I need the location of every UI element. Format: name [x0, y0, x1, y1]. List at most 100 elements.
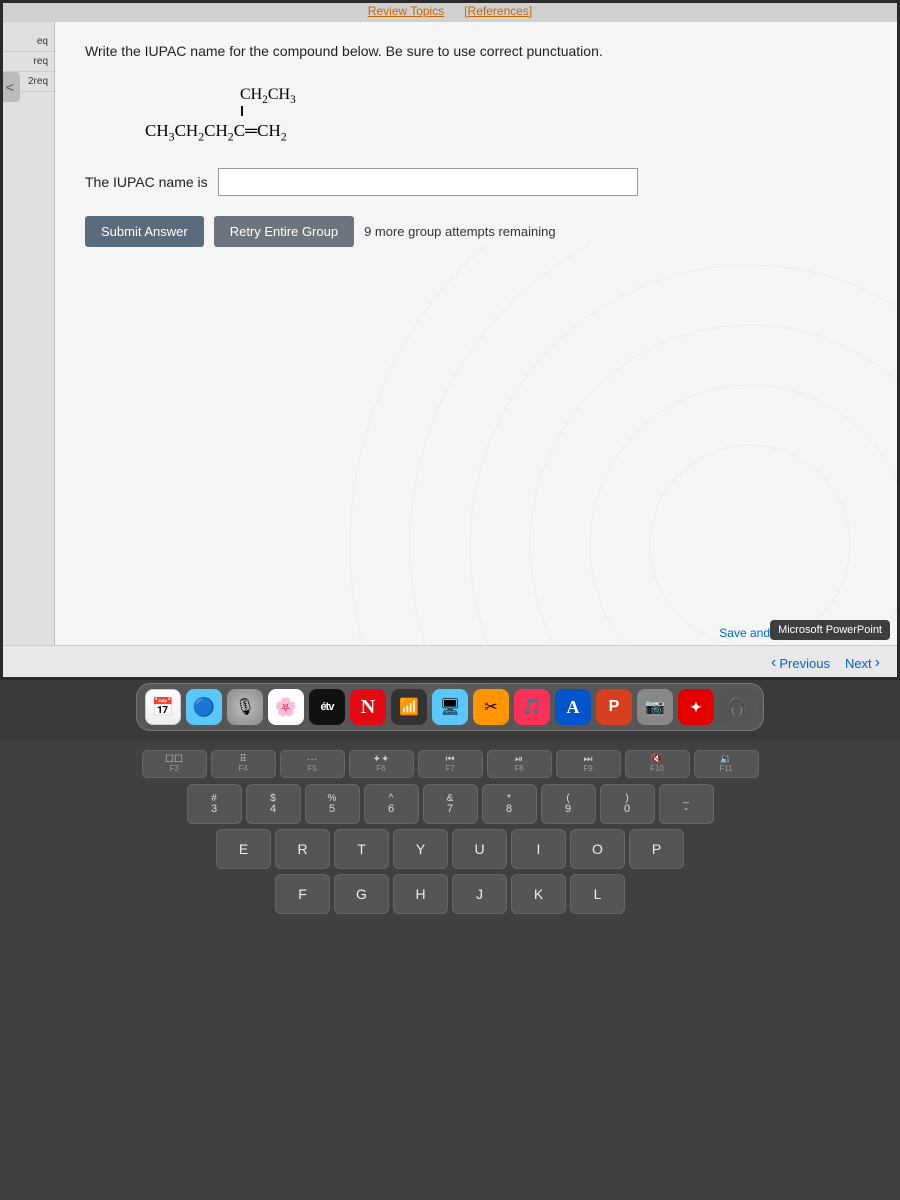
key-minus[interactable]: _ - [659, 784, 714, 824]
dock-icon-finder[interactable]: 🔵 [186, 689, 222, 725]
key-4[interactable]: $ 4 [246, 784, 301, 824]
key-f-label: F [298, 886, 307, 902]
key-8-top: * [507, 794, 511, 804]
key-5[interactable]: % 5 [305, 784, 360, 824]
key-9-top: ( [566, 794, 569, 804]
ppt-tooltip-text: Microsoft PowerPoint [778, 624, 882, 636]
key-y[interactable]: Y [393, 829, 448, 869]
dock-icon-photos[interactable]: 🌸 [268, 689, 304, 725]
key-p[interactable]: P [629, 829, 684, 869]
dock-icon-text[interactable]: A [555, 689, 591, 725]
dock-icon-music[interactable]: 🎵 [514, 689, 550, 725]
key-4-top: $ [270, 794, 276, 804]
key-0-top: ) [625, 794, 628, 804]
key-7[interactable]: & 7 [423, 784, 478, 824]
dock-icon-wifi[interactable]: 📶 [391, 689, 427, 725]
key-f11[interactable]: 🔉 F11 [694, 750, 759, 778]
f3-label: F3 [169, 765, 178, 773]
save-and-text: Save and [719, 626, 770, 640]
function-key-row: ☐☐ F3 ⠿ F4 ··· F5 ✦✦ F6 ⏮ F7 ⏯ F8 ⏭ F9 🔇 [20, 750, 880, 778]
iupac-row: The IUPAC name is [85, 168, 870, 196]
key-f3[interactable]: ☐☐ F3 [142, 750, 207, 778]
key-3-bottom: 3 [211, 804, 217, 815]
key-6-top: ^ [389, 794, 394, 804]
key-f4[interactable]: ⠿ F4 [211, 750, 276, 778]
f7-label: F7 [445, 765, 454, 773]
key-7-bottom: 7 [447, 804, 453, 815]
iupac-label: The IUPAC name is [85, 174, 208, 190]
iupac-input[interactable] [218, 168, 638, 196]
sidebar: < eq req 2req [0, 22, 55, 645]
key-e[interactable]: E [216, 829, 271, 869]
dock-icon-siri[interactable]: 🎙 [227, 689, 263, 725]
dock-icon-powerpoint[interactable]: P [596, 689, 632, 725]
key-8[interactable]: * 8 [482, 784, 537, 824]
key-t[interactable]: T [334, 829, 389, 869]
key-t-label: T [357, 841, 366, 857]
f10-label: F10 [650, 765, 664, 773]
key-l[interactable]: L [570, 874, 625, 914]
f11-label: F11 [719, 765, 732, 773]
next-button[interactable]: Next › [845, 654, 880, 672]
key-minus-bottom: - [684, 804, 688, 815]
chemical-formula: CH2CH3 CH3CH2CH2C═CH2 [85, 87, 870, 148]
references-link[interactable]: [References] [464, 4, 532, 18]
dock-icon-netflix[interactable]: N [350, 689, 386, 725]
attempts-remaining-text: 9 more group attempts remaining [364, 224, 555, 239]
dock-icon-acrobat[interactable]: ✦ [678, 689, 714, 725]
key-h-label: H [415, 886, 425, 902]
next-chevron-icon: › [875, 654, 880, 672]
key-3[interactable]: # 3 [187, 784, 242, 824]
key-k[interactable]: K [511, 874, 566, 914]
key-f6[interactable]: ✦✦ F6 [349, 750, 414, 778]
dock-icon-camera[interactable]: 📷 [637, 689, 673, 725]
key-j-label: J [476, 886, 483, 902]
key-9[interactable]: ( 9 [541, 784, 596, 824]
submit-answer-button[interactable]: Submit Answer [85, 216, 204, 247]
key-f10[interactable]: 🔇 F10 [625, 750, 690, 778]
retry-entire-group-button[interactable]: Retry Entire Group [214, 216, 354, 247]
next-label: Next [845, 656, 872, 671]
previous-button[interactable]: ‹ Previous [771, 654, 830, 672]
sidebar-collapse-arrow[interactable]: < [0, 72, 20, 102]
screen: Review Topics [References] < eq req 2req… [0, 0, 900, 680]
bottom-letter-row: F G H J K L [20, 874, 880, 914]
key-f8[interactable]: ⏯ F8 [487, 750, 552, 778]
key-u[interactable]: U [452, 829, 507, 869]
key-f9[interactable]: ⏭ F9 [556, 750, 621, 778]
key-9-bottom: 9 [565, 804, 571, 815]
button-row: Submit Answer Retry Entire Group 9 more … [85, 216, 870, 247]
key-j[interactable]: J [452, 874, 507, 914]
key-r-label: R [297, 841, 307, 857]
formula-main-chain: CH3CH2CH2C═CH2 [145, 116, 287, 148]
dock-icon-appletv[interactable]: étv [309, 689, 345, 725]
key-5-bottom: 5 [329, 804, 335, 815]
key-r[interactable]: R [275, 829, 330, 869]
key-h[interactable]: H [393, 874, 448, 914]
key-f5[interactable]: ··· F5 [280, 750, 345, 778]
dock-icon-headphones[interactable]: 🎧 [719, 689, 755, 725]
ppt-tooltip: Microsoft PowerPoint [770, 620, 890, 640]
previous-chevron-icon: ‹ [771, 654, 776, 672]
key-e-label: E [239, 841, 248, 857]
key-0-bottom: 0 [624, 804, 630, 815]
key-4-bottom: 4 [270, 804, 276, 815]
formula-branch: CH2CH3 [240, 87, 870, 106]
key-i[interactable]: I [511, 829, 566, 869]
dock-icon-monitor[interactable]: 🖥 [432, 689, 468, 725]
key-f7[interactable]: ⏮ F7 [418, 750, 483, 778]
review-topics-link[interactable]: Review Topics [368, 4, 444, 18]
key-g-label: G [356, 886, 367, 902]
key-o[interactable]: O [570, 829, 625, 869]
key-o-label: O [592, 841, 603, 857]
key-0[interactable]: ) 0 [600, 784, 655, 824]
key-g[interactable]: G [334, 874, 389, 914]
f5-label: F5 [307, 765, 316, 773]
dock-icon-calendar[interactable]: 📅 [145, 689, 181, 725]
top-links-bar: Review Topics [References] [0, 0, 900, 22]
key-6[interactable]: ^ 6 [364, 784, 419, 824]
key-f[interactable]: F [275, 874, 330, 914]
dock-icon-scissors[interactable]: ✂ [473, 689, 509, 725]
content-area: < eq req 2req Write the IUPAC name for t… [0, 22, 900, 645]
keyboard: ☐☐ F3 ⠿ F4 ··· F5 ✦✦ F6 ⏮ F7 ⏯ F8 ⏭ F9 🔇 [0, 740, 900, 1200]
